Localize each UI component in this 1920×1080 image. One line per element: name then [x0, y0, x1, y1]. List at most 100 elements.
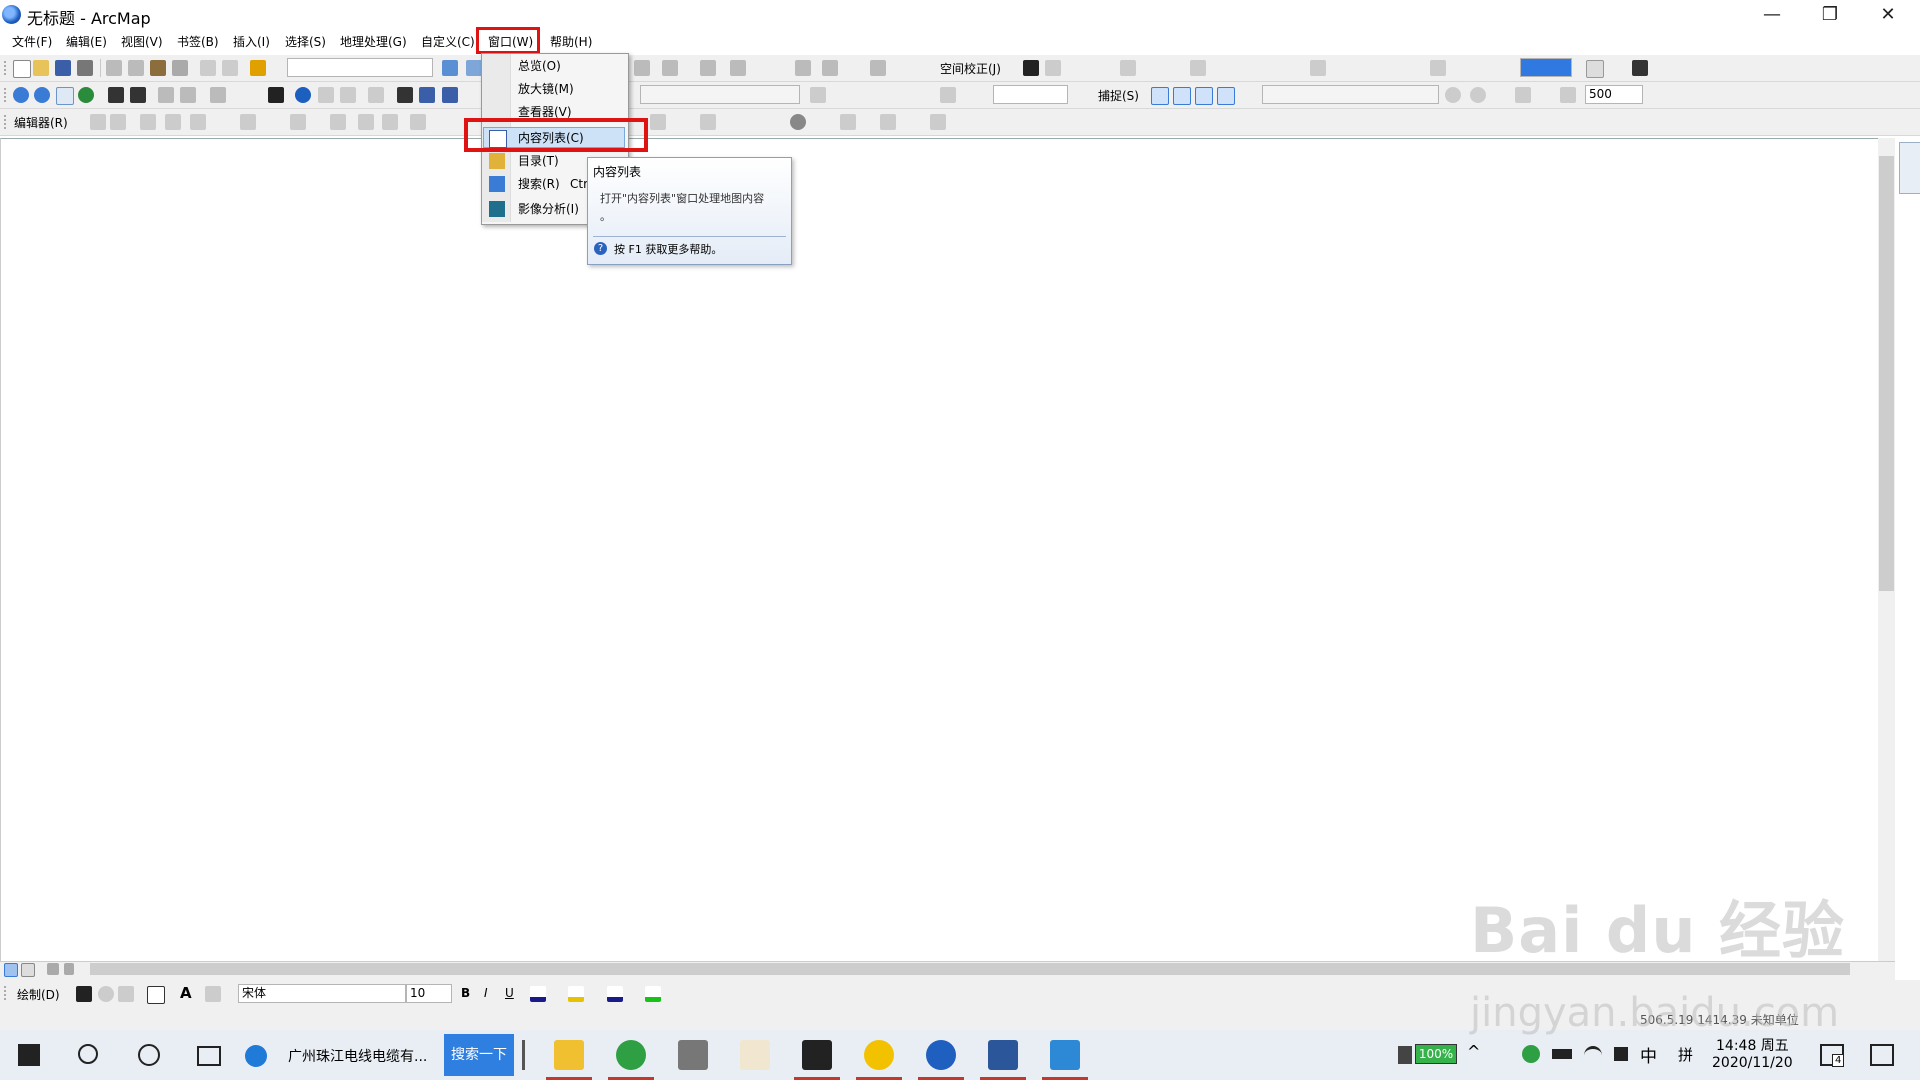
baidu-search-button[interactable]: 搜索一下 — [444, 1034, 514, 1076]
split-icon[interactable] — [795, 60, 811, 76]
arcmap-taskbar-icon[interactable] — [926, 1040, 956, 1070]
search-tool-icon[interactable] — [740, 1040, 770, 1070]
close-button[interactable]: ✕ — [1858, 0, 1918, 29]
forward-extent-icon[interactable] — [180, 87, 196, 103]
rotation-angle-input[interactable] — [993, 85, 1068, 104]
window-menu-item-overview[interactable]: 总览(O) — [482, 55, 626, 77]
topology-icon[interactable] — [662, 60, 678, 76]
photos-icon[interactable] — [1050, 1040, 1080, 1070]
select-elements-draw-icon[interactable] — [76, 986, 92, 1002]
fixed-zoom-in-icon[interactable] — [108, 87, 124, 103]
flicker-rate-input[interactable]: 500 — [1585, 85, 1643, 104]
find-binoculars-icon[interactable] — [397, 87, 413, 103]
layout-view-button-icon[interactable] — [21, 963, 35, 977]
battery-tray-icon[interactable] — [1552, 1049, 1572, 1059]
pause-drawing-icon[interactable] — [64, 963, 74, 975]
grid-icon[interactable] — [1120, 60, 1136, 76]
create-features-icon[interactable] — [410, 114, 426, 130]
edit-vertices-tool-icon[interactable] — [240, 114, 256, 130]
snapping-menu[interactable]: 捕捉(S) — [1098, 87, 1139, 104]
calculator-icon[interactable] — [678, 1040, 708, 1070]
open-folder-icon[interactable] — [33, 60, 49, 76]
layout-zoom-combo[interactable] — [1520, 58, 1572, 77]
select-features-icon[interactable] — [210, 87, 226, 103]
menu-bookmarks[interactable]: 书签(B) — [177, 33, 219, 50]
sketch-tool-icon[interactable] — [810, 87, 826, 103]
power-plug-icon[interactable] — [1398, 1046, 1412, 1064]
attributes-window-icon[interactable] — [358, 114, 374, 130]
menu-customize[interactable]: 自定义(C) — [421, 33, 475, 50]
straight-segment-icon[interactable] — [140, 114, 156, 130]
browser-tab-text[interactable]: 广州珠江电线电缆有... — [288, 1046, 427, 1066]
new-displacement-link-icon[interactable] — [1045, 60, 1061, 76]
font-size-combo[interactable]: 10 — [406, 984, 452, 1003]
endpoint-arc-icon[interactable] — [165, 114, 181, 130]
map-scale-combo[interactable] — [287, 58, 433, 77]
edit-vertices-icon[interactable] — [700, 60, 716, 76]
paste-icon[interactable] — [150, 60, 166, 76]
wifi-icon[interactable] — [1584, 1046, 1602, 1065]
battery-indicator[interactable]: 100% — [1415, 1044, 1457, 1064]
draw-menu[interactable]: 绘制(D) — [17, 986, 60, 1003]
search-icon[interactable] — [78, 1044, 98, 1064]
security-icon[interactable] — [1522, 1045, 1540, 1063]
table-of-contents-icon[interactable] — [466, 60, 482, 76]
menu-edit[interactable]: 编辑(E) — [66, 33, 107, 50]
edit-vertices-draw-icon[interactable] — [205, 986, 221, 1002]
menu-geoprocessing[interactable]: 地理处理(G) — [340, 33, 407, 50]
qq-music-icon[interactable] — [864, 1040, 894, 1070]
select-elements-icon[interactable] — [268, 87, 284, 103]
font-color-icon[interactable] — [530, 986, 546, 1002]
action-center-icon[interactable] — [1870, 1044, 1894, 1066]
rotate-icon[interactable] — [822, 60, 838, 76]
point-snapping-icon[interactable] — [1151, 87, 1169, 105]
find-route-icon[interactable] — [419, 87, 435, 103]
clock-date[interactable]: 2020/11/20 — [1712, 1055, 1793, 1071]
clock-time[interactable]: 14:48 周五 — [1716, 1035, 1789, 1055]
redo-icon[interactable] — [222, 60, 238, 76]
zoom-to-selected-icon[interactable] — [118, 986, 134, 1002]
spatial-adjustment-menu[interactable]: 空间校正(J) — [940, 60, 1001, 77]
back-extent-icon[interactable] — [158, 87, 174, 103]
measure-icon[interactable] — [368, 87, 384, 103]
brightness-icon[interactable] — [1470, 87, 1486, 103]
zoom-layout-icon[interactable] — [1430, 60, 1446, 76]
layout-icon[interactable] — [1310, 60, 1326, 76]
attributes-icon[interactable] — [870, 60, 886, 76]
map-topology-icon[interactable] — [700, 114, 716, 130]
html-popup-icon[interactable] — [340, 87, 356, 103]
fill-color-icon[interactable] — [568, 986, 584, 1002]
layer-tool-icon[interactable] — [634, 60, 650, 76]
rectangle-tool-icon[interactable] — [147, 986, 165, 1004]
validate-icon[interactable] — [790, 114, 806, 130]
menu-selection[interactable]: 选择(S) — [285, 33, 326, 50]
fixed-zoom-out-icon[interactable] — [130, 87, 146, 103]
trace-icon[interactable] — [190, 114, 206, 130]
map-display-area[interactable] — [0, 138, 1879, 964]
line-color-icon[interactable] — [607, 986, 623, 1002]
table-icon[interactable] — [1190, 60, 1206, 76]
identify-icon[interactable] — [295, 87, 311, 103]
reshape-icon[interactable] — [730, 60, 746, 76]
sketch-properties-icon[interactable] — [382, 114, 398, 130]
undo-icon[interactable] — [200, 60, 216, 76]
word-icon[interactable] — [988, 1040, 1018, 1070]
select-arrow-icon[interactable] — [1023, 60, 1039, 76]
new-document-icon[interactable] — [13, 60, 31, 78]
menu-insert[interactable]: 插入(I) — [233, 33, 270, 50]
toolbar-grip[interactable] — [4, 61, 12, 75]
cut-icon[interactable] — [106, 60, 122, 76]
catalog-side-tab[interactable] — [1899, 142, 1920, 194]
refresh-view-icon[interactable] — [47, 963, 59, 975]
windows-start-icon[interactable] — [18, 1044, 40, 1066]
ime-mode-indicator[interactable]: 拼 — [1678, 1044, 1693, 1065]
volume-icon[interactable] — [1614, 1047, 1628, 1061]
text-tool-icon[interactable]: A — [180, 984, 192, 1002]
toolbar-grip[interactable] — [4, 115, 12, 129]
pan-hand-icon[interactable] — [56, 87, 74, 105]
toolbar-grip[interactable] — [4, 986, 12, 1000]
zoom-out-icon[interactable] — [34, 87, 50, 103]
print-preview-icon[interactable] — [1632, 60, 1648, 76]
topology-edit-icon[interactable] — [650, 114, 666, 130]
bold-button[interactable]: B — [461, 986, 470, 1000]
